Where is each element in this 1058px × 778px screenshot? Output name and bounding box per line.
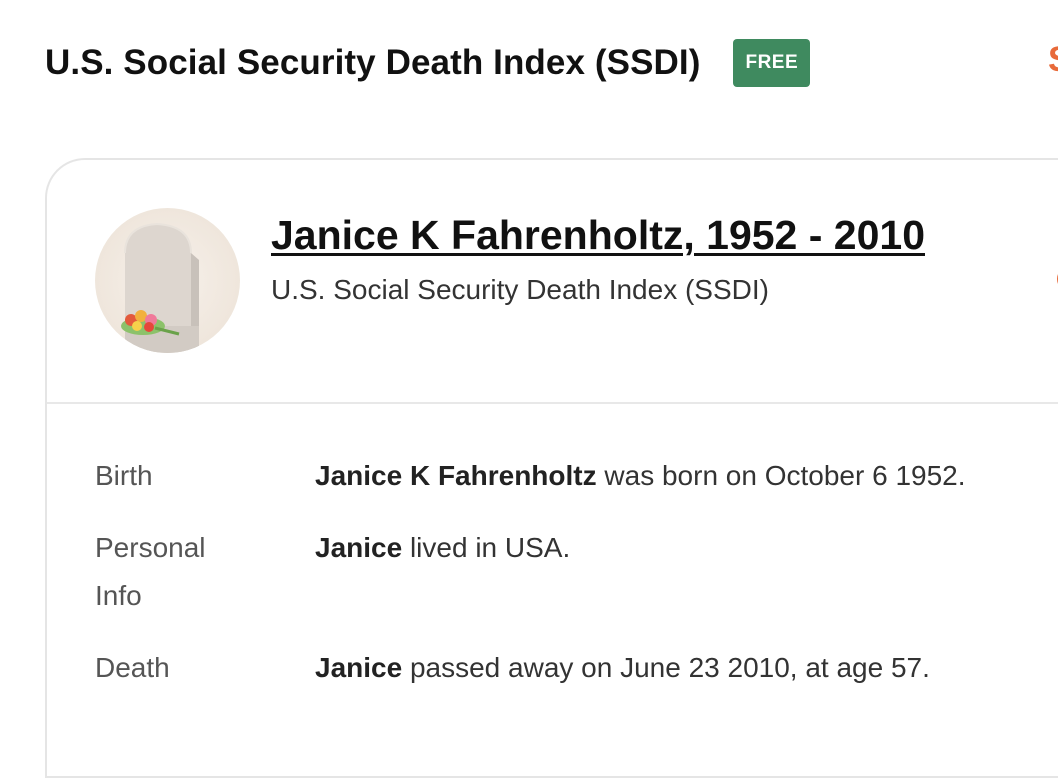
fact-description: was born on October 6 1952.: [596, 460, 966, 491]
tombstone-with-flowers-icon: [95, 208, 240, 353]
record-collection: U.S. Social Security Death Index (SSDI): [271, 274, 769, 305]
fact-label-line: Personal: [95, 532, 206, 563]
fact-text: Janice passed away on June 23 2010, at a…: [315, 644, 930, 692]
fact-description: lived in USA.: [402, 532, 571, 563]
record-card: Janice K Fahrenholtz, 1952 - 2010 U.S. S…: [45, 158, 1058, 778]
fact-label-line: Info: [95, 580, 142, 611]
fact-description: passed away on June 23 2010, at age 57.: [402, 652, 930, 683]
edge-link[interactable]: S: [1048, 40, 1058, 80]
fact-person-name: Janice: [315, 652, 403, 683]
fact-person-name: Janice: [315, 532, 403, 563]
fact-label: Death: [95, 652, 170, 683]
free-badge: FREE: [733, 39, 811, 87]
page-header: U.S. Social Security Death Index (SSDI) …: [45, 38, 811, 88]
fact-label: Birth: [95, 460, 153, 491]
page-title: U.S. Social Security Death Index (SSDI): [45, 43, 701, 82]
fact-text: Janice K Fahrenholtz was born on October…: [315, 452, 966, 500]
fact-label: Personal Info: [95, 524, 275, 620]
record-name-link[interactable]: Janice K Fahrenholtz, 1952 - 2010: [271, 212, 925, 259]
fact-person-name: Janice K Fahrenholtz: [315, 460, 597, 491]
record-card-header: Janice K Fahrenholtz, 1952 - 2010 U.S. S…: [47, 160, 1058, 404]
fact-text: Janice lived in USA.: [315, 524, 570, 572]
